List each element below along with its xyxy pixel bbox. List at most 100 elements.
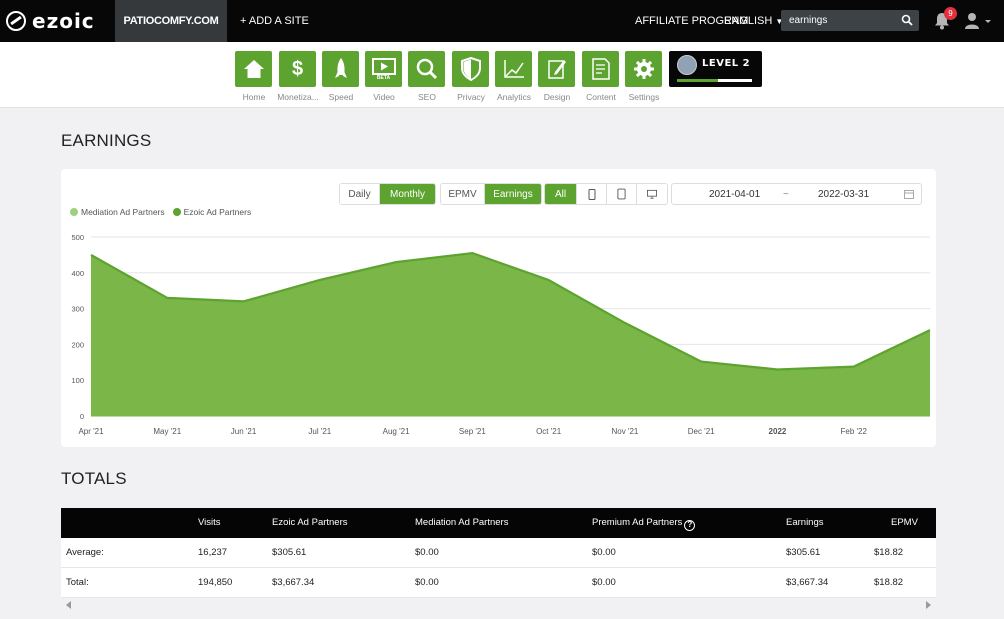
level-progress-fill (677, 79, 719, 82)
horizontal-scrollbar[interactable] (61, 598, 936, 612)
home-icon (243, 60, 264, 78)
earnings-chart: 0 100 200 300 400 500 Apr '21 May '21 Jun '21 Jul… (71, 233, 931, 436)
site-selector[interactable]: PATIOCOMFY.COM (115, 0, 227, 42)
x-tick-label: Jun '21 (231, 427, 257, 436)
totals-table: Visits Ezoic Ad Partners Mediation Ad Pa… (61, 508, 936, 598)
table-row: Total: 194,850 $3,667.34 $0.00 $0.00 $3,… (61, 568, 936, 598)
table-row: Average: 16,237 $305.61 $0.00 $0.00 $305… (61, 538, 936, 568)
scroll-left-icon[interactable] (66, 601, 72, 609)
nav-design[interactable]: Design (538, 51, 576, 102)
design-button[interactable] (538, 51, 575, 87)
x-tick-label: Nov '21 (611, 427, 638, 436)
column-header-mediation[interactable]: Mediation Ad Partners (415, 517, 508, 528)
x-tick-label: Oct '21 (536, 427, 562, 436)
scroll-right-icon[interactable] (925, 601, 931, 609)
language-label: ENGLISH (724, 15, 773, 27)
nav-content[interactable]: Content (582, 51, 620, 102)
y-tick-label: 300 (71, 305, 84, 314)
shield-icon (460, 57, 481, 81)
home-button[interactable] (235, 51, 272, 87)
user-icon[interactable] (965, 12, 991, 30)
level-label: LEVEL 2 (702, 58, 751, 69)
nav-home[interactable]: Home (235, 51, 273, 102)
monetization-button[interactable]: $ (279, 51, 316, 87)
table-cell: $18.82 (874, 577, 904, 588)
level-badge[interactable]: LEVEL 2 (669, 51, 762, 87)
column-header-earnings[interactable]: Earnings (786, 517, 824, 528)
add-site-link[interactable]: + ADD A SITE (240, 15, 309, 27)
logo-text: ezoic (32, 9, 95, 33)
language-dropdown[interactable]: ENGLISH ▼ (724, 15, 783, 27)
table-cell: $3,667.34 (786, 577, 829, 588)
table-cell: $305.61 (272, 547, 307, 558)
x-tick-label: Jul '21 (308, 427, 331, 436)
line-chart-icon (503, 60, 524, 78)
y-tick-label: 100 (71, 376, 84, 385)
nav-monetization[interactable]: $ Monetiza... (277, 51, 319, 102)
table-cell: $3,667.34 (272, 577, 315, 588)
beta-badge: BETA (376, 74, 391, 81)
video-icon (371, 57, 396, 75)
table-cell: $305.61 (786, 547, 821, 558)
seo-button[interactable] (408, 51, 445, 87)
x-tick-label: Dec '21 (688, 427, 715, 436)
design-icon (547, 60, 566, 79)
search-box (781, 10, 919, 31)
column-header-label: Premium Ad Partners (592, 517, 683, 528)
column-header-premium[interactable]: Premium Ad Partners? (592, 517, 696, 531)
top-bar: ezoic PATIOCOMFY.COM + ADD A SITE AFFILI… (0, 0, 1004, 42)
table-cell: $0.00 (592, 547, 616, 558)
earnings-chart-card: Daily Monthly EPMV Earnings All 2021-04-… (61, 169, 936, 447)
x-tick-label: Apr '21 (78, 427, 104, 436)
nav-privacy[interactable]: Privacy (452, 51, 490, 102)
y-tick-label: 400 (71, 269, 84, 278)
ezoic-logo-icon (6, 11, 26, 31)
settings-button[interactable] (625, 51, 662, 87)
app-navigation: Home $ Monetiza... Speed BETA Video SEO … (0, 42, 1004, 108)
x-tick-label: May '21 (153, 427, 181, 436)
column-header-ezoic[interactable]: Ezoic Ad Partners (272, 517, 348, 528)
content-button[interactable] (582, 51, 619, 87)
table-cell: $0.00 (592, 577, 616, 588)
search-icon[interactable] (901, 14, 913, 26)
nav-video[interactable]: BETA Video (365, 51, 403, 102)
speed-button[interactable] (322, 51, 359, 87)
nav-speed[interactable]: Speed (322, 51, 360, 102)
column-header-visits[interactable]: Visits (198, 517, 221, 528)
x-tick-label: 2022 (769, 427, 787, 436)
notification-badge: 9 (944, 7, 957, 20)
privacy-button[interactable] (452, 51, 489, 87)
table-cell: $0.00 (415, 547, 439, 558)
nav-settings[interactable]: Settings (625, 51, 663, 102)
search-input[interactable] (789, 13, 899, 28)
video-button[interactable]: BETA (365, 51, 402, 87)
y-tick-label: 500 (71, 233, 84, 242)
help-icon[interactable]: ? (684, 520, 696, 531)
totals-title: TOTALS (61, 469, 127, 488)
magnifier-icon (416, 58, 437, 80)
level-progress (677, 79, 752, 82)
document-icon (591, 58, 610, 80)
ezoic-logo[interactable]: ezoic (6, 9, 95, 33)
table-cell: 194,850 (198, 577, 233, 588)
series-area-ezoic (91, 253, 930, 416)
column-header-epmv[interactable]: EPMV (891, 517, 918, 528)
avatar (677, 55, 697, 75)
x-tick-label: Aug '21 (383, 427, 410, 436)
y-tick-label: 200 (71, 340, 84, 349)
x-tick-label: Feb '22 (841, 427, 868, 436)
row-label: Total: (66, 577, 89, 588)
dollar-icon: $ (291, 57, 304, 80)
table-cell: $18.82 (874, 547, 904, 558)
nav-analytics[interactable]: Analytics (495, 51, 533, 102)
nav-label: Settings (628, 92, 660, 102)
y-tick-label: 0 (80, 412, 84, 421)
row-label: Average: (66, 547, 104, 558)
table-header: Visits Ezoic Ad Partners Mediation Ad Pa… (61, 508, 936, 538)
analytics-button[interactable] (495, 51, 532, 87)
table-cell: 16,237 (198, 547, 228, 558)
earnings-title: EARNINGS (61, 131, 152, 150)
nav-seo[interactable]: SEO (408, 51, 446, 102)
table-cell: $0.00 (415, 577, 439, 588)
x-tick-label: Sep '21 (459, 427, 486, 436)
